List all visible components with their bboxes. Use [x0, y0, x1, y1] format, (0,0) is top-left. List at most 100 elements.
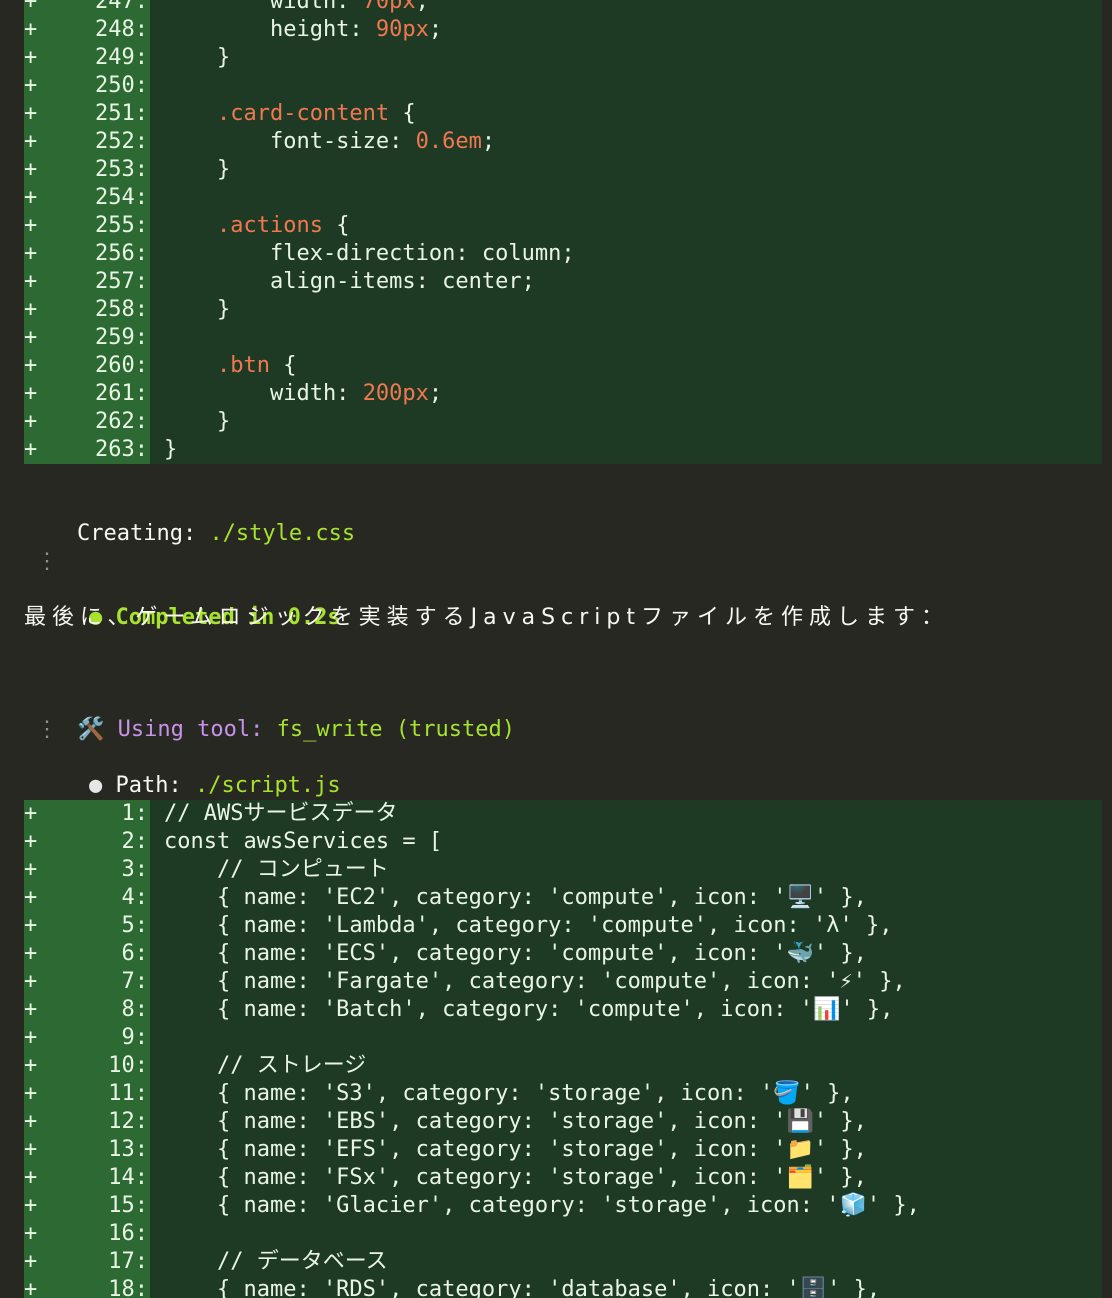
- diff-line: +10: // ストレージ: [24, 1052, 1102, 1080]
- line-number: 249:: [95, 45, 148, 70]
- completed-line: ● Completed in 0.2s: [36, 576, 341, 630]
- code-text: { name: 'Fargate', category: 'compute', …: [164, 969, 906, 994]
- css-value: 90px: [375, 17, 429, 42]
- added-marker: +: [24, 325, 38, 350]
- added-marker: +: [24, 269, 38, 294]
- diff-gutter: +14:: [24, 1164, 150, 1192]
- line-number: 1:: [121, 801, 149, 826]
- code-text: { name: 'EBS', category: 'storage', icon…: [164, 1109, 867, 1134]
- code-text: { name: 'EC2', category: 'compute', icon…: [164, 885, 867, 910]
- diff-line: +14: { name: 'FSx', category: 'storage',…: [24, 1164, 1102, 1192]
- line-number: 255:: [95, 213, 148, 238]
- diff-gutter: +18:: [24, 1276, 150, 1298]
- line-number: 18:: [108, 1277, 148, 1298]
- hammer-wrench-icon: 🛠️: [76, 717, 105, 742]
- code-token: {: [269, 353, 297, 378]
- diff-line: +1: // AWSサービスデータ: [24, 800, 1102, 828]
- diff-line: +261: width: 200px;: [24, 380, 1102, 408]
- code-text: width: 70px;: [164, 0, 429, 16]
- added-marker: +: [24, 941, 38, 966]
- line-number: 254:: [95, 185, 148, 210]
- diff-gutter: +16:: [24, 1220, 150, 1248]
- creating-path: ./style.css: [209, 521, 356, 546]
- line-number: 6:: [121, 941, 149, 966]
- diff-gutter: +11:: [24, 1080, 150, 1108]
- line-number: 14:: [108, 1165, 148, 1190]
- css-selector: .actions: [216, 213, 323, 238]
- code-text: // データベース: [164, 1249, 388, 1274]
- added-marker: +: [24, 45, 38, 70]
- code-text: font-size: 0.6em;: [164, 128, 495, 156]
- added-marker: +: [24, 157, 38, 182]
- diff-line: +258: }: [24, 296, 1102, 324]
- added-marker: +: [24, 17, 38, 42]
- line-number: 252:: [95, 129, 148, 154]
- line-number: 257:: [95, 269, 148, 294]
- code-text: }: [164, 44, 230, 72]
- tool-name: fs_write: [276, 717, 383, 742]
- diff-line: +17: // データベース: [24, 1248, 1102, 1276]
- line-number: 263:: [95, 437, 148, 462]
- diff-line: +253: }: [24, 156, 1102, 184]
- line-number: 9:: [121, 1025, 149, 1050]
- path-bullet-icon: ●: [88, 773, 103, 798]
- diff-gutter: +12:: [24, 1108, 150, 1136]
- code-token: }: [164, 157, 231, 182]
- added-marker: +: [24, 1025, 38, 1050]
- code-token: width:: [164, 381, 363, 406]
- terminal-window: +247: width: 70px; +248: height: 90px; +24…: [0, 0, 1112, 1298]
- diff-gutter: +254:: [24, 184, 150, 212]
- diff-gutter: +15:: [24, 1192, 150, 1220]
- code-text: }: [164, 296, 230, 324]
- line-number: 17:: [108, 1249, 148, 1274]
- diff-line: +251: .card-content {: [24, 100, 1102, 128]
- added-marker: +: [24, 1081, 38, 1106]
- diff-line: +9:: [24, 1024, 1102, 1052]
- code-text: { name: 'Lambda', category: 'compute', i…: [164, 913, 893, 938]
- diff-gutter: +257:: [24, 268, 150, 296]
- line-number: 8:: [121, 997, 149, 1022]
- diff-gutter: +262:: [24, 408, 150, 436]
- line-number: 250:: [95, 73, 148, 98]
- line-number: 260:: [95, 353, 148, 378]
- assistant-message: 最後に、ゲームロジックを実装するJavaScriptファイルを作成します：: [24, 605, 949, 630]
- added-marker: +: [24, 913, 38, 938]
- css-value: 0.6em: [415, 129, 482, 154]
- diff-gutter: +8:: [24, 996, 150, 1024]
- diff-gutter: +260:: [24, 352, 150, 380]
- diff-gutter: +9:: [24, 1024, 150, 1052]
- code-text: width: 200px;: [164, 380, 442, 408]
- style-css-diff: +247: width: 70px; +248: height: 90px; +24…: [24, 0, 1102, 464]
- ellipsis-1: ⋮: [36, 549, 58, 574]
- diff-line: +16:: [24, 1220, 1102, 1248]
- diff-line: +263:}: [24, 436, 1102, 464]
- line-number: 248:: [95, 17, 148, 42]
- diff-line: +255: .actions {: [24, 212, 1102, 240]
- diff-gutter: +249:: [24, 44, 150, 72]
- diff-gutter: +3:: [24, 856, 150, 884]
- diff-gutter: +252:: [24, 128, 150, 156]
- code-token: ;: [428, 17, 443, 42]
- diff-gutter: +248:: [24, 16, 150, 44]
- code-text: .btn {: [164, 352, 296, 380]
- script-js-diff: +1: // AWSサービスデータ +2: const awsServices = […: [24, 800, 1102, 1298]
- code-token: }: [164, 409, 231, 434]
- line-number: 262:: [95, 409, 148, 434]
- added-marker: +: [24, 1249, 38, 1274]
- added-marker: +: [24, 101, 38, 126]
- code-text: flex-direction: column;: [164, 240, 575, 268]
- diff-gutter: +259:: [24, 324, 150, 352]
- added-marker: +: [24, 297, 38, 322]
- line-number: 12:: [108, 1109, 148, 1134]
- path-label: Path:: [115, 773, 195, 798]
- code-token: width:: [164, 0, 363, 14]
- line-number: 2:: [121, 829, 149, 854]
- diff-line: +5: { name: 'Lambda', category: 'compute…: [24, 912, 1102, 940]
- added-marker: +: [24, 1137, 38, 1162]
- code-token: align-items: center;: [164, 269, 535, 294]
- tool-line: 🛠️ Using tool: fs_write (trusted): [24, 688, 515, 742]
- code-token: font-size:: [164, 129, 416, 154]
- line-number: 251:: [95, 101, 148, 126]
